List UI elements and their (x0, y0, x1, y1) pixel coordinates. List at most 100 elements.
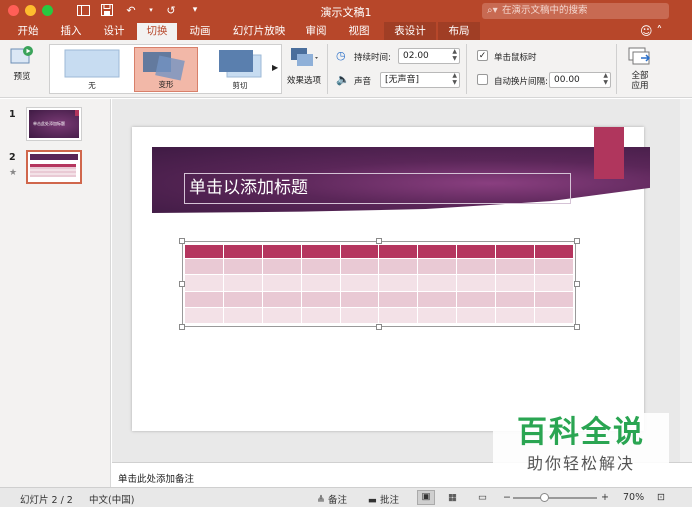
apply-to-all-label-1: 全部 (631, 71, 649, 81)
apply-to-all-label-2: 应用 (631, 81, 649, 91)
tab-animations[interactable]: 动画 (180, 22, 220, 40)
tab-insert[interactable]: 插入 (51, 22, 91, 40)
language-indicator[interactable]: 中文(中国) (89, 492, 134, 506)
resize-handle-top[interactable] (376, 238, 382, 244)
comments-toggle-label: 批注 (380, 495, 400, 506)
slide-table[interactable] (179, 238, 580, 330)
apply-to-all-icon (628, 47, 651, 65)
sound-label: 声音 (354, 77, 372, 87)
after-input[interactable]: 00.00 ▲ ▼ (549, 72, 611, 88)
sound-speaker-icon: 🔈 (336, 73, 350, 86)
slide-thumbnail-panel: 1 单击此处添加标题 2 ★ (0, 99, 111, 487)
effect-options-button[interactable]: 效果选项 (284, 45, 324, 86)
slide-thumbnail-2[interactable] (26, 150, 82, 184)
slide-2-banner (30, 154, 78, 160)
current-slide[interactable]: 单击以添加标题 (132, 127, 650, 431)
notes-placeholder: 单击此处添加备注 (118, 474, 195, 485)
tab-slideshow[interactable]: 幻灯片放映 (225, 22, 293, 40)
resize-handle-left[interactable] (179, 281, 185, 287)
tab-view[interactable]: 视图 (339, 22, 379, 40)
tab-table-design[interactable]: 表设计 (384, 22, 436, 40)
smiley-feedback-icon[interactable]: ☺ ˄ (640, 24, 662, 38)
duration-clock-icon: ◷ (336, 49, 346, 62)
search-input[interactable]: ⌕▾ 在演示文稿中的搜索 (482, 3, 669, 19)
preview-label: 预览 (13, 72, 31, 82)
watermark-title: 百科全说 (517, 415, 645, 450)
slide-counter: 幻灯片 2 / 2 (20, 495, 73, 506)
after-label: 自动换片间隔: (494, 77, 548, 87)
transition-cut-icon (219, 50, 262, 78)
resize-handle-top-right[interactable] (574, 238, 580, 244)
vertical-scrollbar[interactable] (680, 99, 692, 481)
slide-sorter-view-icon[interactable]: ▦ (448, 492, 457, 503)
ribbon-divider (327, 44, 328, 94)
tab-transitions[interactable]: 切换 (137, 23, 177, 40)
transition-cut-label: 剪切 (232, 81, 248, 90)
tab-layout[interactable]: 布局 (438, 22, 480, 40)
transition-cut[interactable]: 剪切 (208, 47, 272, 92)
after-checkbox[interactable] (477, 74, 488, 85)
notes-icon: ≜ (317, 495, 325, 506)
duration-label: 持续时间: (354, 53, 391, 63)
slide-2-table-body (30, 167, 76, 177)
sidebar-toggle-icon[interactable] (76, 3, 90, 17)
close-window-button[interactable] (8, 5, 19, 16)
sound-select[interactable]: [无声音] ▲ ▼ (380, 72, 460, 88)
slide-1-bookmark (75, 110, 79, 116)
status-bar: 幻灯片 2 / 2 中文(中国) ≜ 备注 ▬ 批注 ▣ ▦ ▭ − + 70%… (0, 487, 692, 507)
duration-input[interactable]: 02.00 ▲ ▼ (398, 48, 460, 64)
duration-stepper[interactable]: ▲ ▼ (452, 48, 457, 62)
preview-button[interactable]: 预览 (6, 45, 38, 82)
sound-value: [无声音] (385, 75, 420, 85)
comment-icon: ▬ (368, 495, 377, 506)
tab-design[interactable]: 设计 (94, 22, 134, 40)
gallery-more-icon[interactable]: ▶ (272, 63, 278, 72)
resize-handle-bottom[interactable] (376, 324, 382, 330)
tab-review[interactable]: 审阅 (296, 22, 336, 40)
customize-toolbar-icon[interactable]: ▾ (188, 3, 202, 17)
resize-handle-top-left[interactable] (179, 238, 185, 244)
fit-to-window-icon[interactable]: ⊡ (657, 492, 665, 503)
slide-bookmark-decoration (594, 127, 624, 179)
presenter-view-icon[interactable]: ▭ (478, 492, 487, 503)
resize-handle-right[interactable] (574, 281, 580, 287)
notes-toggle-label: 备注 (328, 495, 348, 506)
zoom-slider[interactable] (513, 493, 597, 502)
window-controls (8, 5, 53, 16)
resize-handle-bottom-right[interactable] (574, 324, 580, 330)
after-stepper[interactable]: ▲ ▼ (603, 72, 608, 86)
minimize-window-button[interactable] (25, 5, 36, 16)
save-icon[interactable] (100, 3, 114, 17)
ribbon-divider (616, 44, 617, 94)
zoom-in-icon[interactable]: + (601, 492, 609, 503)
sound-dropdown-icon: ▲ ▼ (452, 72, 457, 86)
effect-options-label: 效果选项 (286, 76, 321, 86)
search-icon: ⌕▾ (487, 5, 498, 16)
zoom-window-button[interactable] (42, 5, 53, 16)
table-selection-frame (182, 241, 576, 327)
redo-icon[interactable]: ↺ (164, 3, 178, 17)
transition-star-icon: ★ (9, 168, 18, 178)
apply-to-all-button[interactable]: 全部 应用 (622, 46, 658, 91)
comments-toggle[interactable]: ▬ 批注 (368, 492, 399, 506)
undo-icon[interactable]: ↶ (124, 3, 138, 17)
on-click-label: 单击鼠标时 (494, 53, 537, 63)
title-placeholder[interactable]: 单击以添加标题 (184, 173, 571, 204)
transition-none[interactable]: 无 (60, 47, 124, 92)
zoom-out-icon[interactable]: − (503, 492, 511, 503)
resize-handle-bottom-left[interactable] (179, 324, 185, 330)
normal-view-icon[interactable]: ▣ (417, 490, 435, 505)
ribbon-divider (466, 44, 467, 94)
transition-morph-label: 变形 (158, 80, 174, 89)
slide-thumbnail-1[interactable]: 单击此处添加标题 (26, 107, 82, 141)
undo-dropdown-icon[interactable]: ▾ (148, 3, 154, 17)
transition-morph-icon (143, 52, 185, 81)
notes-toggle[interactable]: ≜ 备注 (317, 492, 347, 506)
zoom-slider-thumb[interactable] (540, 493, 550, 502)
tab-home[interactable]: 开始 (8, 22, 48, 40)
zoom-level[interactable]: 70% (623, 492, 644, 503)
slide-1-title: 单击此处添加标题 (33, 121, 65, 126)
on-click-checkbox[interactable]: ✓ (477, 50, 488, 61)
transition-morph[interactable]: 变形 (134, 47, 198, 92)
transition-none-label: 无 (88, 81, 96, 90)
